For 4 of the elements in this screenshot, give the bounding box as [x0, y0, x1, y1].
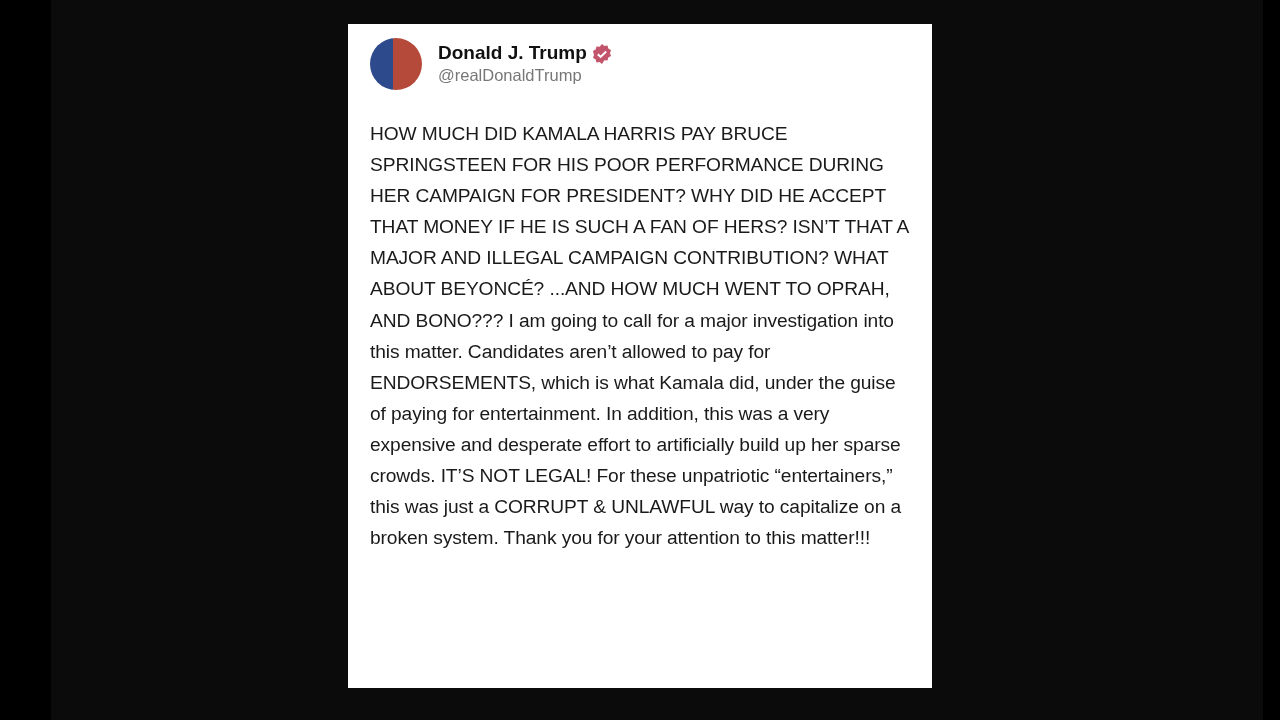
author-handle: @realDonaldTrump: [438, 65, 583, 87]
avatar: [370, 38, 422, 90]
post-text: HOW MUCH DID KAMALA HARRIS PAY BRUCE SPRINGSTEEN FOR HIS POOR PERFORMANCE DURING HER CAMPAIGN FOR PRESIDENT? WHY DID HE ACCEPT THAT MONEY IF HE IS SUCH A FAN OF HERS? ISN’T THAT A MAJOR AND ILLEGAL CAMPAIGN CONTRIBUTION? WHAT ABOUT BEYONCÉ? ...AND HOW MUCH WENT TO OPRAH, AND BONO??? I am going to call for a major investigation into this matter. Candidates aren’t allowed to pay for ENDORSEMENTS, which is what Kamala did, under the guise of paying for entertainment. In addition, this was a very expensive and desperate effort to artificially build up her sparse crowds. IT’S NOT LEGAL! For these unpatriotic “entertainers,” this was just a CORRUPT & UNLAWFUL way to capitalize on a broken system. Thank you for your attention to this matter!!!: [370, 122, 910, 551]
author-name: Donald J. Trump: [438, 41, 587, 65]
